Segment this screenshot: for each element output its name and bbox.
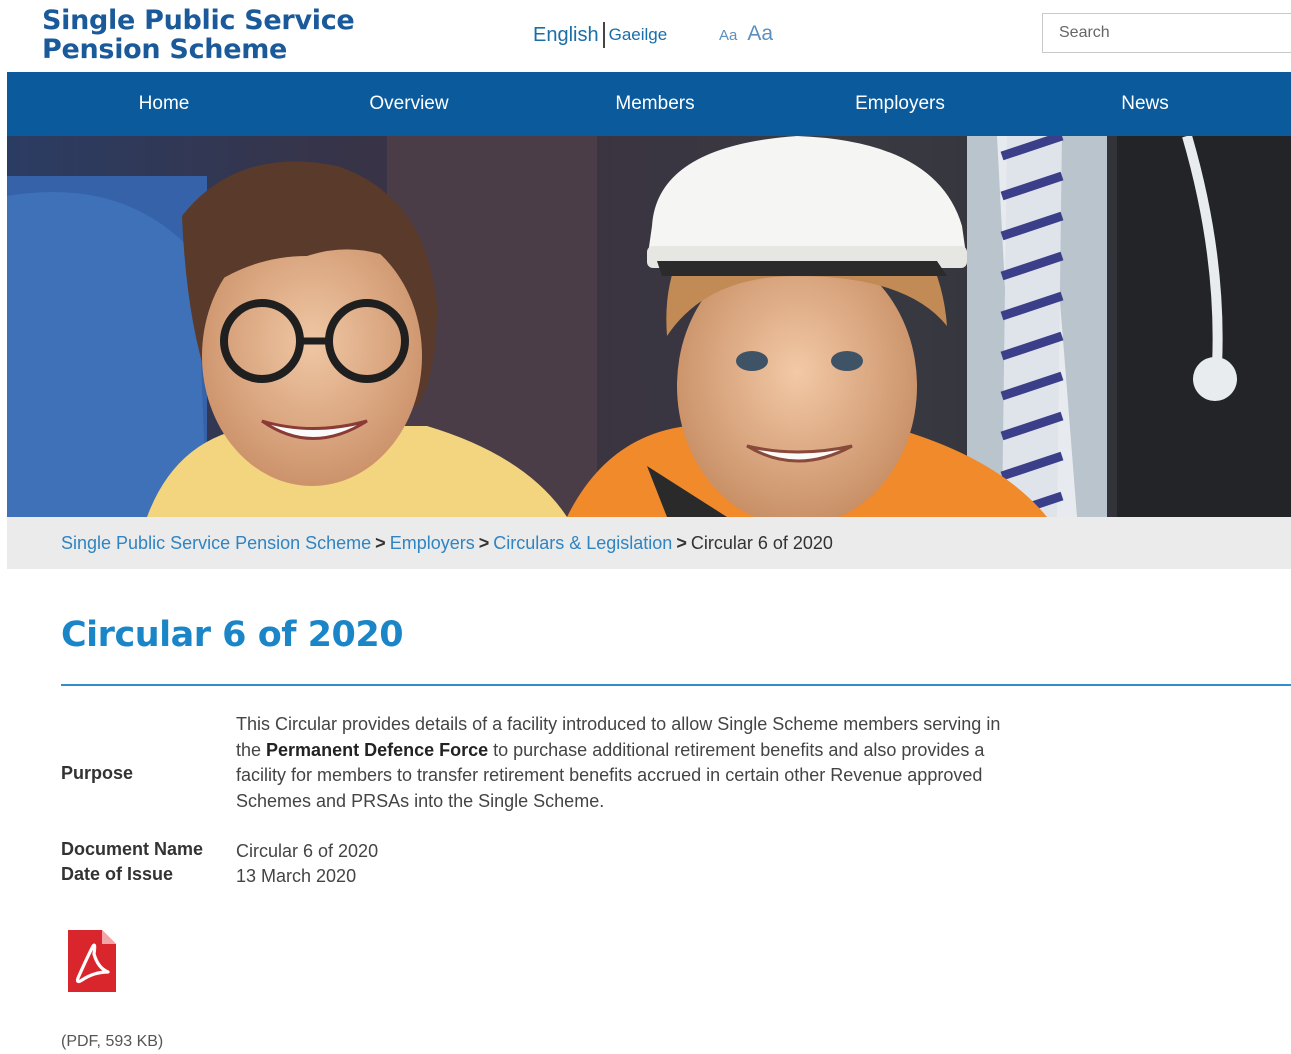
breadcrumb-link-circulars[interactable]: Circulars & Legislation	[493, 533, 672, 553]
pdf-icon-graphic	[68, 930, 116, 992]
breadcrumb-separator: >	[478, 533, 490, 553]
breadcrumb-current: Circular 6 of 2020	[690, 533, 833, 553]
pdf-file-icon[interactable]	[68, 930, 116, 992]
main-nav: Home Overview Members Employers News	[7, 72, 1291, 136]
font-size-large-button[interactable]: Aa	[747, 22, 773, 46]
language-switcher: English Gaeilge	[533, 22, 667, 48]
hero-illustration	[7, 136, 1291, 517]
breadcrumb-separator: >	[676, 533, 687, 553]
logo-line-2: Pension Scheme	[42, 34, 288, 65]
lang-divider	[602, 22, 605, 48]
pdf-file-meta: (PDF, 593 KB)	[61, 1033, 164, 1050]
nav-item-members[interactable]: Members	[615, 72, 694, 136]
nav-item-employers[interactable]: Employers	[855, 72, 945, 136]
breadcrumb-link-employers[interactable]: Employers	[390, 533, 475, 553]
site-header: Single Public Service Pension Scheme Eng…	[0, 0, 1291, 72]
breadcrumb: Single Public Service Pension Scheme > Emp…	[7, 517, 1291, 569]
purpose-value: This Circular provides details of a faci…	[236, 712, 1006, 814]
hero-banner-image	[7, 136, 1291, 517]
font-size-controls: Aa Aa	[719, 22, 773, 46]
breadcrumb-separator: >	[375, 533, 386, 553]
date-value: 13 March 2020	[236, 866, 357, 886]
docname-value: Circular 6 of 2020	[236, 841, 379, 861]
search-box	[1042, 13, 1291, 53]
site-logo[interactable]: Single Public Service Pension Scheme	[42, 5, 355, 65]
font-size-small-button[interactable]: Aa	[719, 27, 737, 44]
nav-item-news[interactable]: News	[1121, 72, 1169, 136]
logo-line-1: Single Public Service	[42, 5, 355, 36]
breadcrumb-link-home[interactable]: Single Public Service Pension Scheme	[61, 533, 371, 553]
nav-item-overview[interactable]: Overview	[369, 72, 448, 136]
lang-irish-link[interactable]: Gaeilge	[609, 25, 668, 45]
docname-label: Document Name	[61, 839, 204, 859]
title-divider	[61, 684, 1291, 686]
lang-english-link[interactable]: English	[533, 24, 599, 47]
search-input[interactable]	[1043, 14, 1291, 52]
page-title: Circular 6 of 2020	[61, 615, 404, 655]
purpose-text-bold: Permanent Defence Force	[266, 739, 489, 760]
nav-item-home[interactable]: Home	[139, 72, 190, 136]
purpose-label: Purpose	[61, 763, 134, 783]
date-label: Date of Issue	[61, 864, 174, 884]
